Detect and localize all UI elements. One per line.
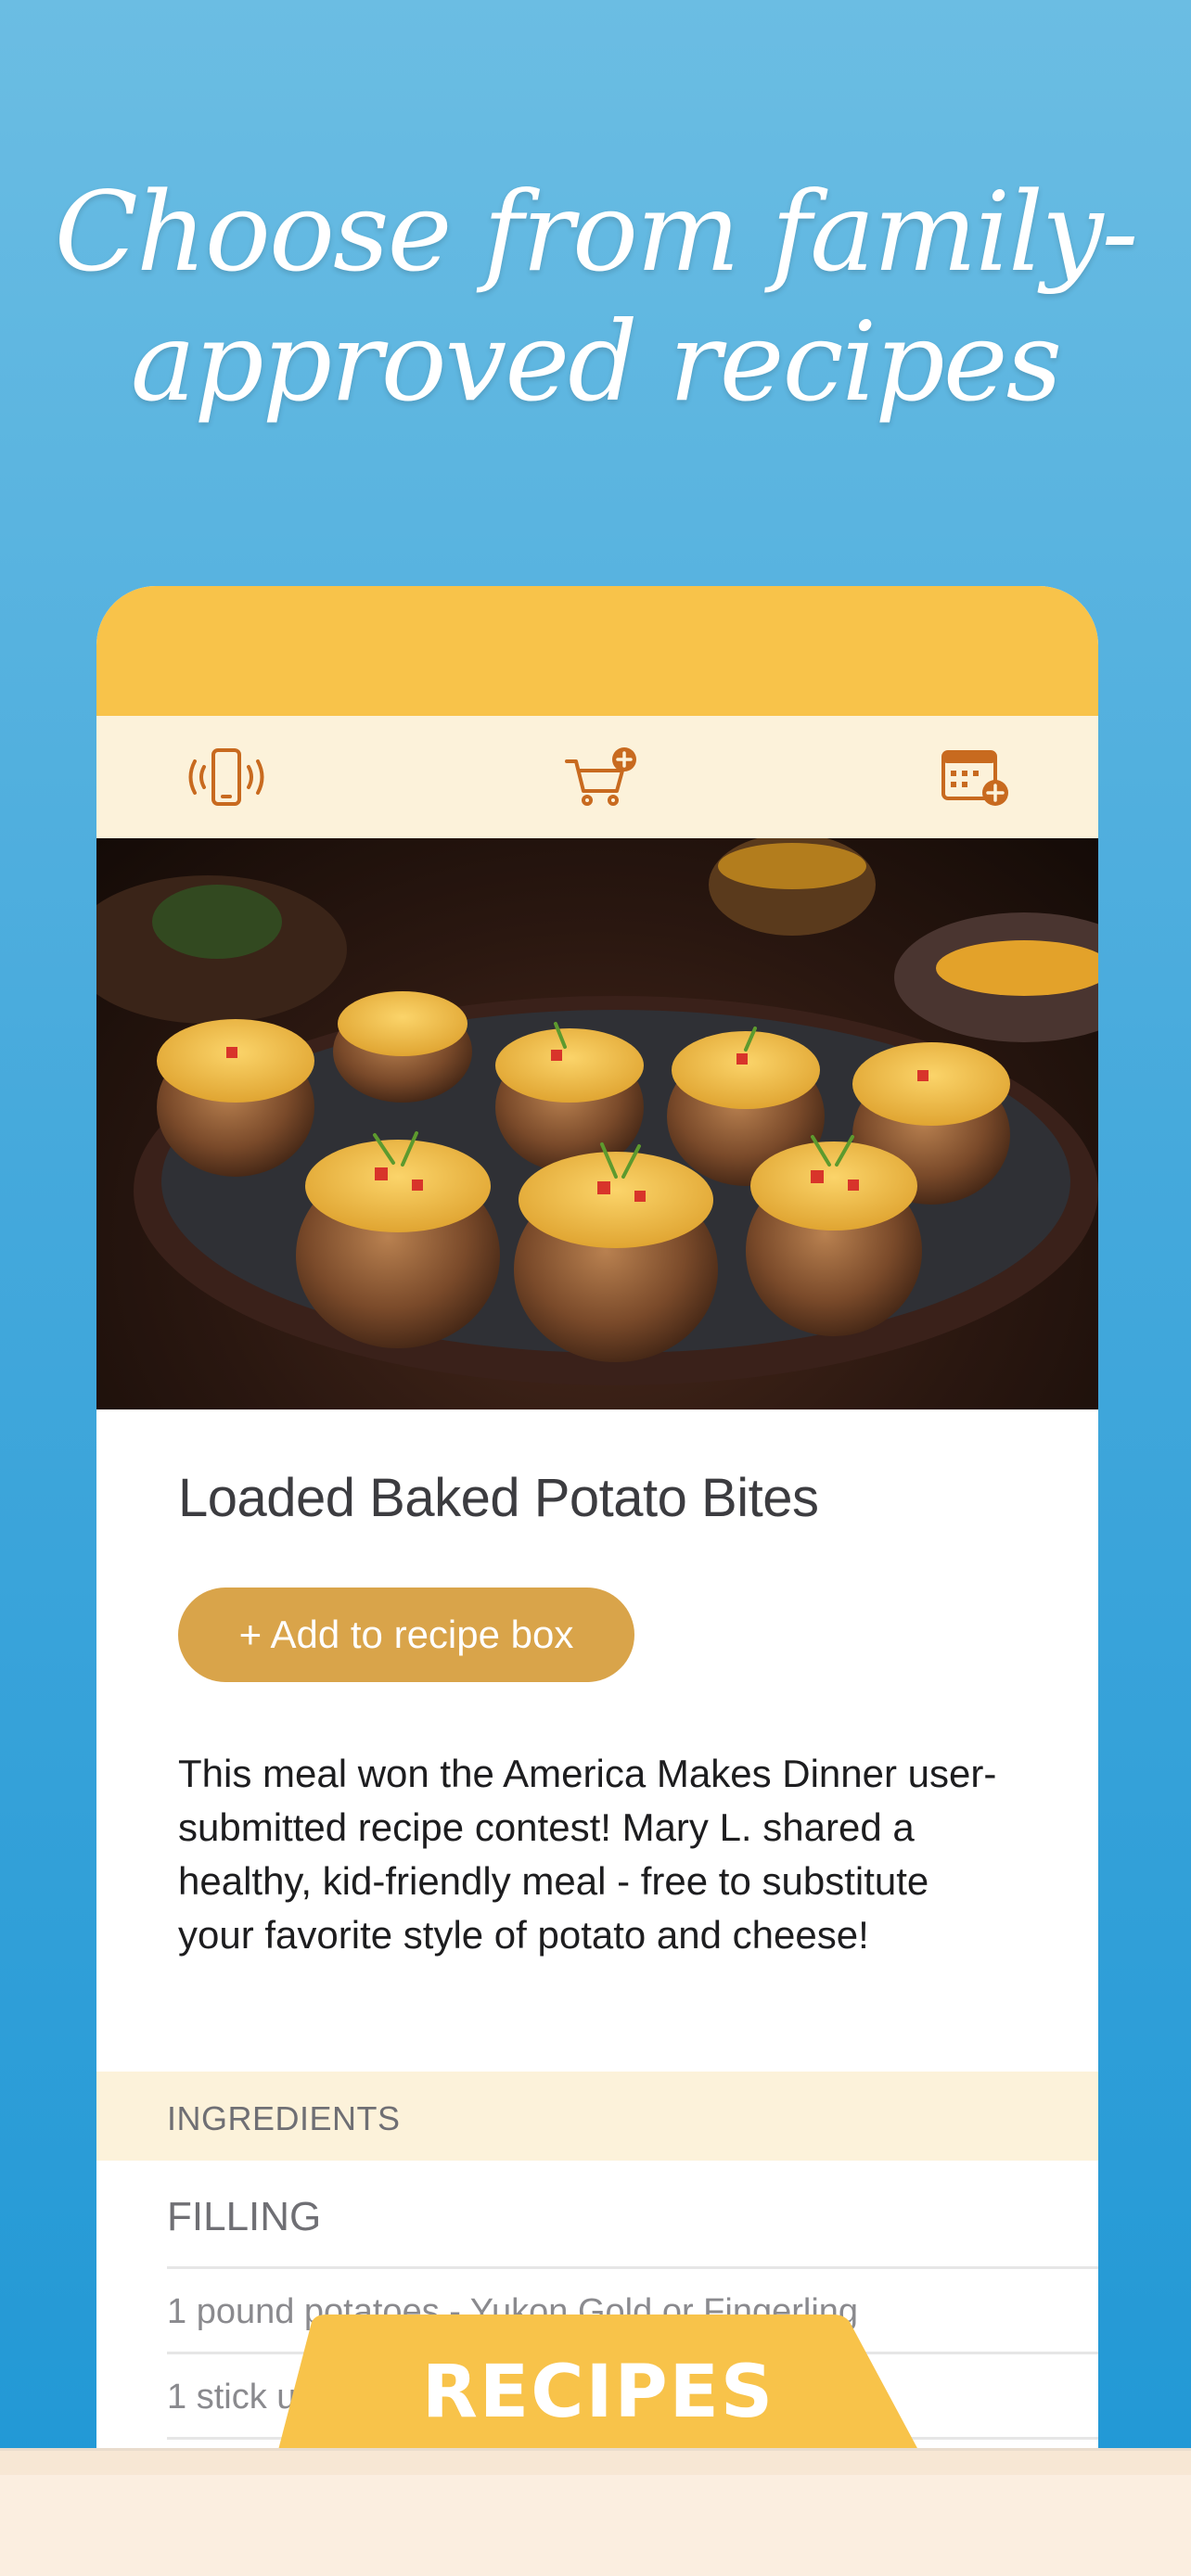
add-to-cart-button[interactable] <box>557 738 646 816</box>
cart-add-icon <box>565 747 636 806</box>
ingredients-header: INGREDIENTS <box>96 2072 1098 2161</box>
add-to-recipe-box-button[interactable]: + Add to recipe box <box>178 1588 634 1682</box>
recipe-card: Loaded Baked Potato Bites + Add to recip… <box>96 586 1098 2576</box>
card-header <box>96 586 1098 716</box>
recipe-description: This meal won the America Makes Dinner u… <box>178 1752 997 1957</box>
recipe-toolbar <box>96 716 1098 838</box>
add-to-calendar-button[interactable] <box>931 738 1020 816</box>
recipe-title: Loaded Baked Potato Bites <box>178 1468 819 1528</box>
headline-line-1: Choose from family- <box>54 168 1139 296</box>
recipes-tab[interactable]: RECIPES <box>278 2351 918 2434</box>
bottom-bar <box>0 2448 1191 2576</box>
phone-vibrate-button[interactable] <box>182 738 271 816</box>
ingredient-section-label: FILLING <box>167 2194 322 2239</box>
recipe-photo <box>96 838 1098 1409</box>
headline: Choose from family- approved recipes <box>0 167 1191 427</box>
potato-bites-image <box>96 838 1098 1385</box>
ingredients-header-label: INGREDIENTS <box>167 2099 401 2137</box>
divider <box>167 2266 1098 2269</box>
headline-line-2: approved recipes <box>130 298 1062 426</box>
phone-vibrate-icon <box>188 748 264 806</box>
calendar-add-icon <box>941 750 1008 806</box>
